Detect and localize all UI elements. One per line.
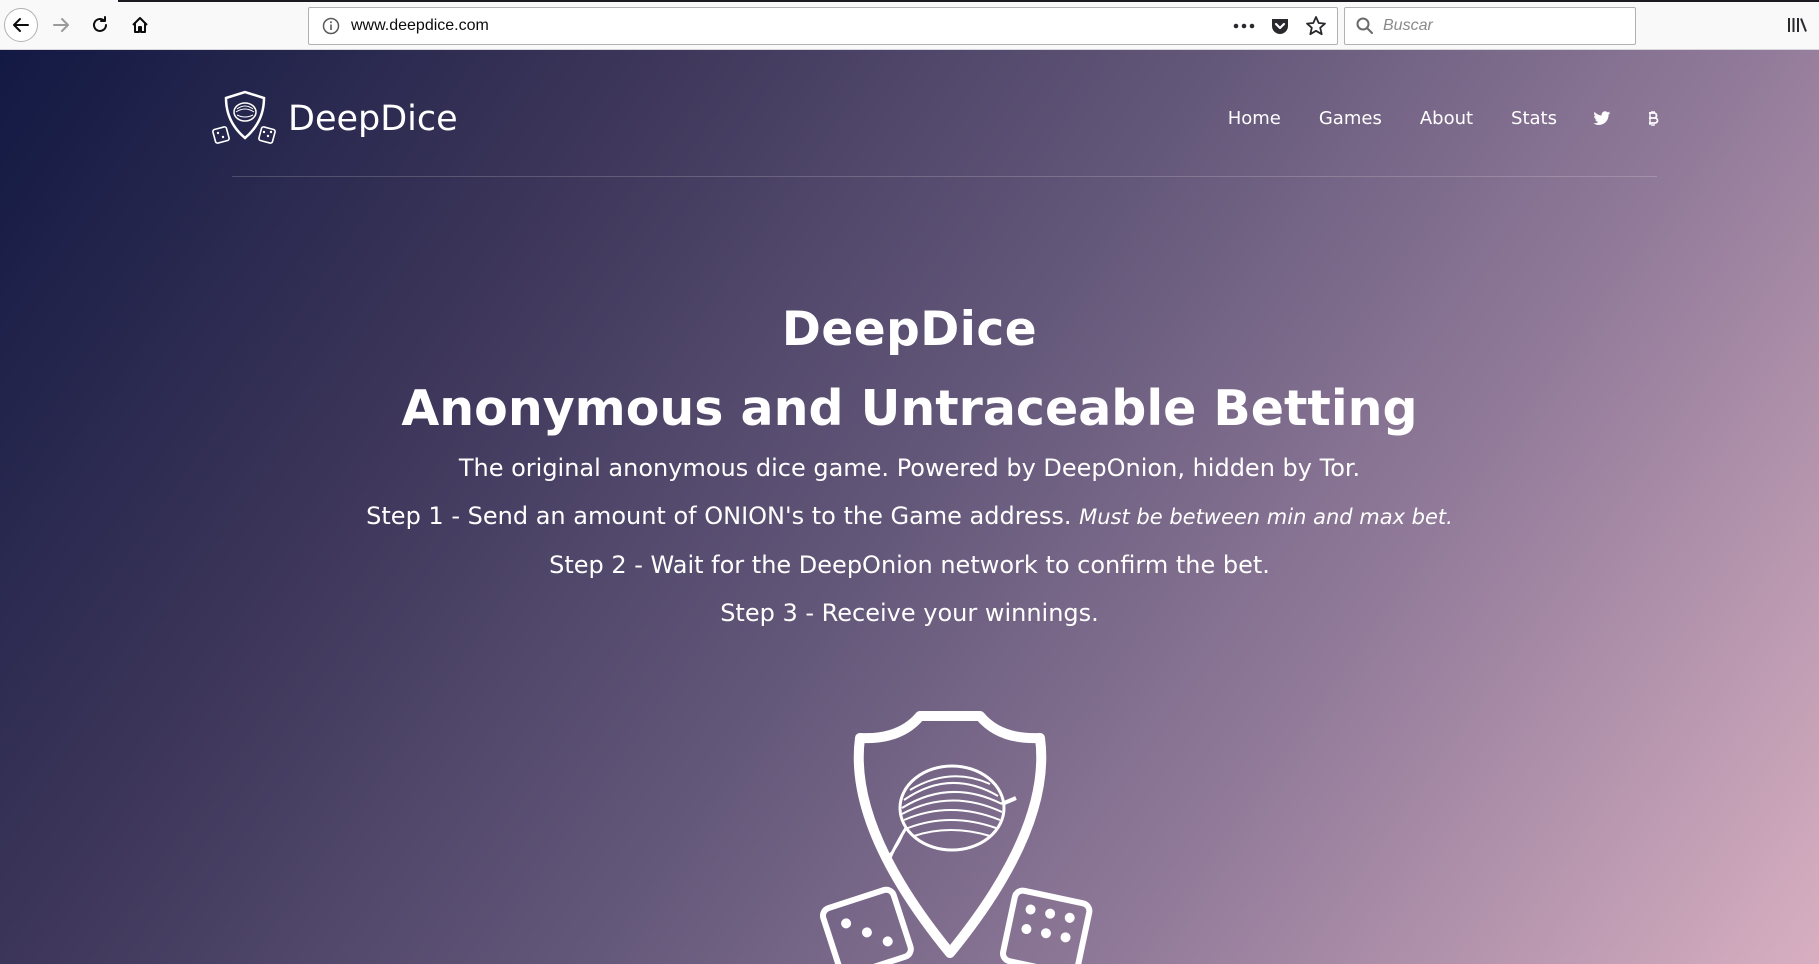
shield-onion-dice-logo [212, 90, 276, 144]
hero-tagline: The original anonymous dice game. Powere… [458, 454, 1361, 482]
search-input[interactable] [1383, 17, 1623, 35]
search-bar[interactable] [1344, 7, 1636, 45]
nav-games[interactable]: Games [1319, 108, 1382, 129]
twitter-icon [1593, 111, 1611, 125]
page-actions [1233, 15, 1327, 37]
step-2: Step 2 - Wait for the DeepOnion network … [549, 551, 1270, 579]
back-button[interactable] [4, 8, 38, 42]
brand-name: DeepDice [288, 99, 458, 139]
nav-stats[interactable]: Stats [1511, 108, 1557, 129]
forward-arrow-icon [53, 18, 69, 32]
bitcoin-icon [1649, 111, 1659, 126]
nav-about[interactable]: About [1420, 108, 1473, 129]
shield-onion-dice-emblem [819, 711, 1093, 964]
pocket-icon[interactable] [1269, 15, 1291, 37]
nav-home[interactable]: Home [1228, 108, 1281, 129]
header-divider [232, 176, 1657, 177]
reload-button[interactable] [83, 8, 117, 42]
twitter-link[interactable] [1593, 111, 1611, 126]
star-icon[interactable] [1305, 15, 1327, 37]
address-bar[interactable]: www.deepdice.com [308, 7, 1338, 45]
reload-icon [93, 16, 107, 32]
more-icon[interactable] [1233, 22, 1255, 30]
search-icon [1356, 17, 1373, 34]
tab-strip-line [118, 0, 1819, 2]
site-header: DeepDice Home Games About Stats [0, 50, 1819, 176]
hero-section: DeepDice Anonymous and Untraceable Betti… [0, 300, 1819, 637]
step-1: Step 1 - Send an amount of ONION's to th… [0, 492, 1819, 541]
library-button[interactable] [1782, 10, 1812, 40]
hero-subtitle: Anonymous and Untraceable Betting [401, 380, 1418, 437]
home-icon [132, 17, 148, 33]
back-arrow-icon [13, 18, 29, 32]
step-1-text: Step 1 - Send an amount of ONION's to th… [366, 502, 1072, 530]
step-3: Step 3 - Receive your winnings. [720, 599, 1099, 627]
library-icon [1788, 18, 1807, 32]
step-1-note: Must be between min and max bet. [1079, 505, 1453, 529]
info-icon[interactable] [321, 16, 341, 36]
url-text[interactable]: www.deepdice.com [351, 17, 1233, 35]
browser-toolbar: www.deepdice.com [0, 0, 1819, 50]
hero-title: DeepDice [781, 302, 1038, 357]
forward-button[interactable] [44, 8, 78, 42]
brand-link[interactable]: DeepDice [212, 88, 458, 150]
main-nav: Home Games About Stats [1190, 108, 1659, 129]
home-button[interactable] [123, 8, 157, 42]
bitcoin-link[interactable] [1647, 110, 1659, 127]
